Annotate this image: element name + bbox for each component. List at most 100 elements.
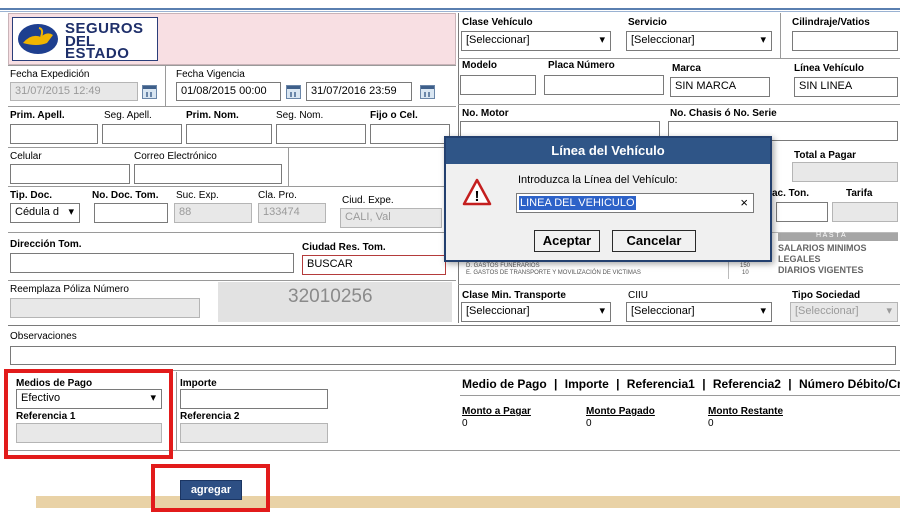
ciudad-res-input[interactable]: BUSCAR [302, 255, 446, 275]
total-field [792, 162, 898, 182]
tip-doc-select[interactable]: Cédula d ▾ [10, 203, 80, 223]
placa-label: Placa Número [548, 60, 615, 71]
linea-dialog: Línea del Vehículo ! Introduzca la Línea… [444, 136, 772, 262]
linea-input[interactable]: SIN LINEA [794, 77, 898, 97]
no-doc-input[interactable] [94, 203, 168, 223]
gastos-2: E. GASTOS DE TRANSPORTE Y MOVILIZACIÓN D… [466, 270, 641, 276]
cap-ton-label: ac. Ton. [772, 188, 810, 199]
observaciones-input[interactable] [10, 346, 896, 365]
importe-label: Importe [180, 378, 217, 389]
vigencia-desde-field[interactable]: 01/08/2015 00:00 [176, 82, 281, 101]
celular-input[interactable] [10, 164, 130, 184]
hasta-1: SALARIOS MINIMOS [778, 243, 867, 253]
no-doc-label: No. Doc. Tom. [92, 190, 159, 201]
chevron-down-icon: ▾ [760, 34, 766, 46]
th-numero: Número Débito/Crédito [798, 377, 900, 391]
logo: SEGUROS DEL ESTADO [12, 17, 158, 62]
gastos-v2: 10 [742, 270, 749, 276]
ref2-label: Referencia 2 [180, 411, 240, 422]
gastos-v1: 150 [740, 263, 751, 269]
prim-apell-input[interactable] [10, 124, 98, 144]
servicio-label: Servicio [628, 17, 667, 28]
seg-apell-label: Seg. Apell. [104, 110, 152, 121]
observaciones-label: Observaciones [10, 331, 77, 342]
calendar-icon[interactable] [420, 85, 435, 99]
svg-text:!: ! [475, 188, 480, 205]
clase-vehiculo-label: Clase Vehículo [462, 17, 533, 28]
chevron-down-icon: ▾ [599, 305, 605, 317]
dialog-input-value: LINEA DEL VEHICULO [519, 196, 636, 210]
highlight-medios-pago [4, 369, 173, 459]
top-rule [0, 8, 900, 10]
modelo-label: Modelo [462, 60, 497, 71]
highlight-agregar [151, 464, 270, 512]
chevron-down-icon: ▾ [599, 34, 605, 46]
ciud-expe-field: CALI, Val [340, 208, 442, 228]
cilindraje-input[interactable] [792, 31, 898, 51]
monto-pagado-value: 0 [586, 418, 592, 429]
th-ref2: Referencia2 [712, 377, 781, 391]
cla-pro-label: Cla. Pro. [258, 190, 297, 201]
gastos-1: D. GASTOS FUNERARIOS [466, 263, 540, 269]
total-label: Total a Pagar [794, 150, 857, 161]
cap-ton-input[interactable] [776, 202, 828, 222]
monto-pagar-value: 0 [462, 418, 468, 429]
seg-nom-input[interactable] [276, 124, 366, 144]
dialog-prompt: Introduzca la Línea del Vehículo: [518, 174, 678, 186]
clase-vehiculo-select[interactable]: [Seleccionar] ▾ [461, 31, 611, 51]
tip-doc-label: Tip. Doc. [10, 190, 53, 201]
placa-input[interactable] [544, 75, 664, 95]
ciiu-label: CIIU [628, 290, 648, 301]
clase-min-select[interactable]: [Seleccionar] ▾ [461, 302, 611, 322]
warning-icon: ! [462, 178, 492, 206]
seg-apell-input[interactable] [102, 124, 182, 144]
prim-nom-input[interactable] [186, 124, 272, 144]
cla-pro-field: 133474 [258, 203, 326, 223]
chevron-down-icon: ▾ [760, 305, 766, 317]
tipo-soc-label: Tipo Sociedad [792, 290, 861, 301]
suc-exp-label: Suc. Exp. [176, 190, 219, 201]
reemplaza-label: Reemplaza Póliza Número [10, 284, 129, 295]
chevron-down-icon: ▾ [886, 305, 892, 317]
marca-input[interactable]: SIN MARCA [670, 77, 770, 97]
correo-input[interactable] [134, 164, 282, 184]
servicio-select[interactable]: [Seleccionar] ▾ [626, 31, 772, 51]
top-rule-2 [0, 11, 900, 12]
hasta-3: DIARIOS VIGENTES [778, 265, 864, 275]
direccion-input[interactable] [10, 253, 294, 273]
clear-icon[interactable]: × [740, 195, 748, 210]
calendar-icon[interactable] [286, 85, 301, 99]
celular-label: Celular [10, 151, 42, 162]
linea-label: Línea Vehículo [794, 63, 865, 74]
fecha-vigencia-label: Fecha Vigencia [176, 69, 245, 80]
calendar-icon[interactable] [142, 85, 157, 99]
cilindraje-label: Cilindraje/Vatios [792, 17, 870, 28]
chevron-down-icon: ▾ [68, 206, 74, 218]
importe-input[interactable] [180, 389, 328, 409]
payments-table-header: Medio de Pago | Importe | Referencia1 | … [462, 377, 900, 393]
ciud-expe-label: Ciud. Expe. [342, 195, 394, 206]
prim-nom-label: Prim. Nom. [186, 110, 239, 121]
fijo-input[interactable] [370, 124, 450, 144]
aceptar-button[interactable]: Aceptar [534, 230, 600, 252]
poliza-number: 32010256 [288, 286, 373, 307]
fijo-label: Fijo o Cel. [370, 110, 418, 121]
vigencia-hasta-field[interactable]: 31/07/2016 23:59 [306, 82, 412, 101]
monto-pagar-label: Monto a Pagar [462, 406, 531, 417]
monto-restante-value: 0 [708, 418, 714, 429]
hasta-2: LEGALES [778, 254, 821, 264]
modelo-input[interactable] [460, 75, 536, 95]
direccion-label: Dirección Tom. [10, 239, 82, 250]
motor-label: No. Motor [462, 108, 509, 119]
monto-restante-label: Monto Restante [708, 406, 783, 417]
monto-pagado-label: Monto Pagado [586, 406, 655, 417]
fecha-expedicion-field: 31/07/2015 12:49 [10, 82, 138, 101]
chasis-label: No. Chasis ó No. Serie [670, 108, 777, 119]
dialog-title-bar[interactable]: Línea del Vehículo [446, 138, 770, 164]
seg-nom-label: Seg. Nom. [276, 110, 324, 121]
cancelar-button[interactable]: Cancelar [612, 230, 696, 252]
tarifa-field [832, 202, 898, 222]
dialog-input[interactable]: LINEA DEL VEHICULO × [516, 193, 754, 213]
reemplaza-input [10, 298, 200, 318]
ciiu-select[interactable]: [Seleccionar] ▾ [626, 302, 772, 322]
